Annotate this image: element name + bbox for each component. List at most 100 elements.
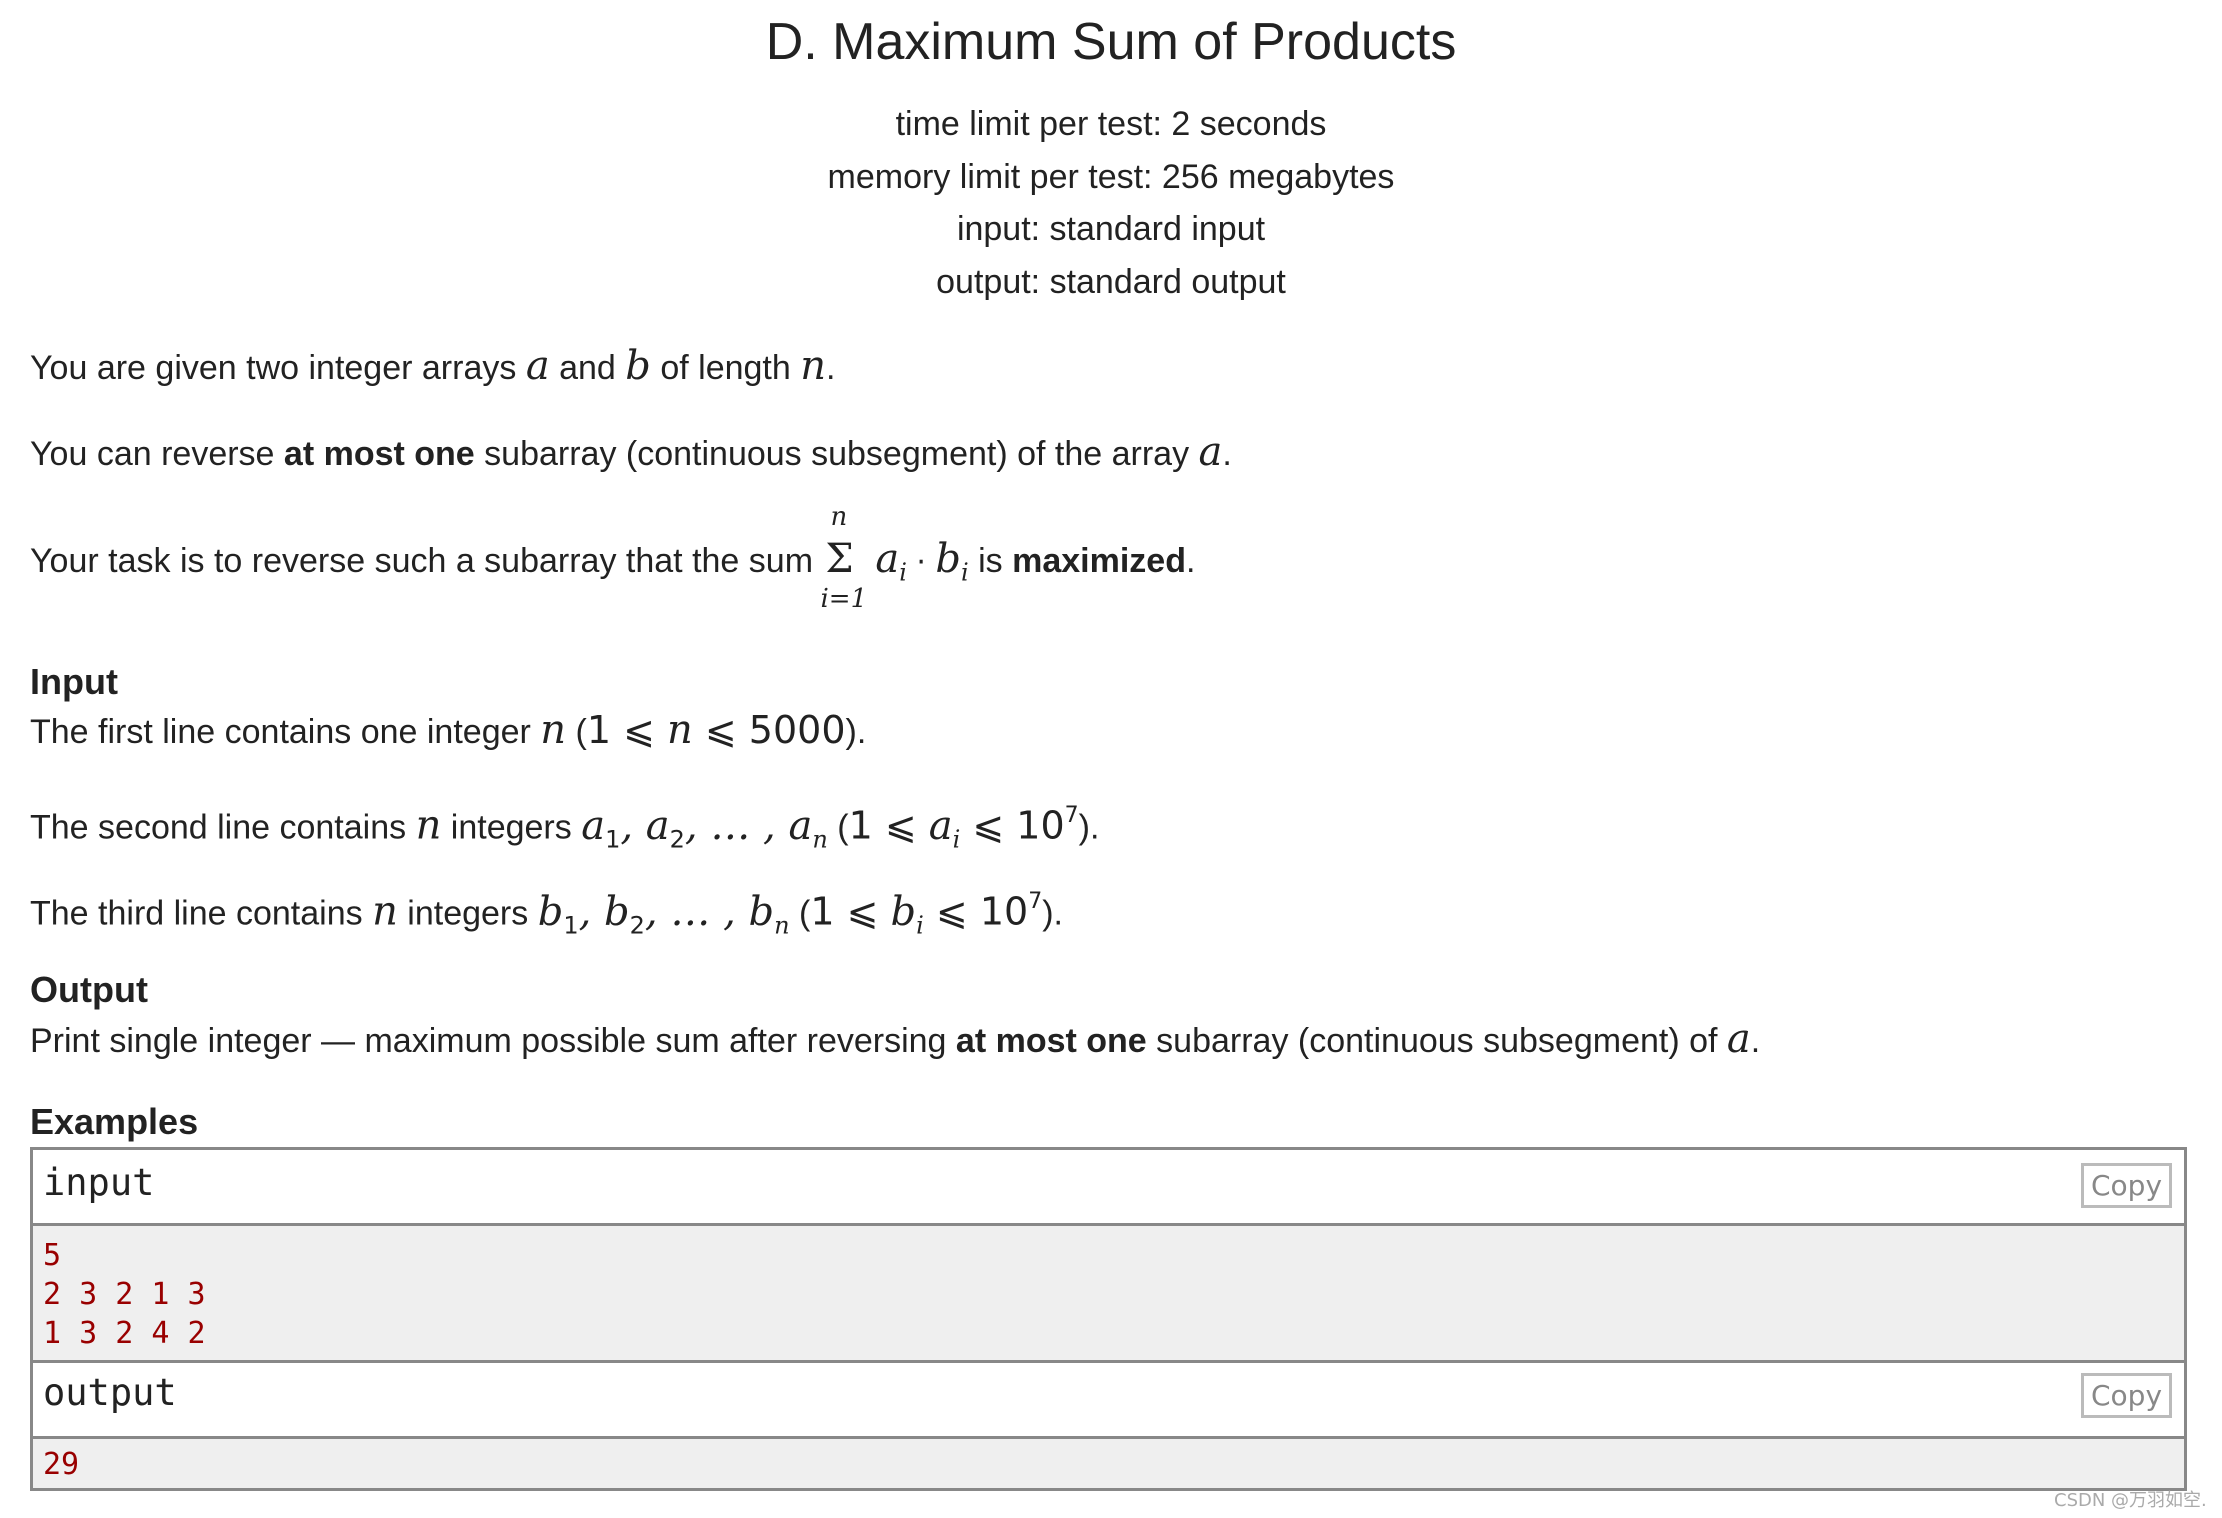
- subscript: n: [774, 910, 790, 939]
- sample-input-header: input Copy: [33, 1150, 2184, 1223]
- text: (: [827, 808, 849, 847]
- math-var-n: n: [800, 343, 827, 389]
- math-var-a: a: [525, 343, 550, 389]
- input-line-2: The second line contains n integers a1, …: [30, 796, 1099, 859]
- subscript: i: [960, 558, 969, 587]
- subscript: 2: [669, 824, 685, 853]
- subscript: 2: [629, 910, 645, 939]
- input-heading: Input: [30, 661, 118, 702]
- sample-test-box: input Copy 5 2 3 2 1 3 1 3 2 4 2 output …: [30, 1147, 2187, 1491]
- subscript: 1: [605, 824, 621, 853]
- sample-output-line-1: 29: [43, 1447, 80, 1482]
- sample-output-body: 29: [33, 1436, 2184, 1488]
- math-var-n: n: [667, 707, 693, 753]
- math-var-a: a: [1726, 1016, 1751, 1062]
- var: , a: [620, 802, 670, 849]
- exponent: 7: [1064, 803, 1079, 828]
- text: (: [566, 713, 587, 751]
- text: ).: [1078, 808, 1100, 847]
- text: and: [549, 349, 626, 387]
- sum-lower-limit: i=1: [820, 584, 868, 614]
- sample-input-line-2: 2 3 2 1 3: [43, 1277, 206, 1312]
- output-line: Print single integer — maximum possible …: [30, 1019, 1760, 1061]
- sample-input-line-3: 1 3 2 4 2: [43, 1316, 206, 1351]
- math-sequence-a: a1, a2, … , an: [581, 802, 828, 853]
- math-var-n: n: [540, 707, 567, 753]
- text: The third line contains: [30, 894, 373, 933]
- var: a: [581, 802, 606, 849]
- bold-text: at most one: [283, 435, 475, 473]
- math-sequence-b: b1, b2, … , bn: [537, 888, 790, 939]
- text: ).: [845, 713, 867, 751]
- text: Your task is to reverse such a subarray …: [30, 542, 823, 580]
- var: a: [875, 536, 900, 582]
- summation: Σn i=1: [820, 502, 867, 614]
- input-line-1: The first line contains one integer n (1…: [30, 710, 866, 752]
- text: (: [789, 894, 811, 933]
- text: .: [826, 349, 836, 387]
- text: integers: [397, 894, 538, 933]
- time-limit: time limit per test: 2 seconds: [895, 105, 1327, 143]
- subscript: 1: [563, 910, 579, 939]
- text: .: [1750, 1022, 1761, 1060]
- var: , b: [578, 888, 630, 935]
- text: .: [1185, 542, 1196, 580]
- math-var-b: b: [625, 343, 651, 389]
- memory-limit: memory limit per test: 256 megabytes: [827, 158, 1395, 196]
- input-spec: input: standard input: [956, 210, 1266, 248]
- problem-title: D. Maximum Sum of Products: [765, 13, 1457, 71]
- bold-text: maximized: [1012, 542, 1186, 580]
- sample-output-header: output Copy: [33, 1363, 2184, 1436]
- sum-upper-limit: n: [830, 502, 848, 532]
- text: The second line contains: [30, 808, 416, 847]
- text: The first line contains one integer: [30, 713, 541, 751]
- bold-text: at most one: [955, 1022, 1147, 1060]
- sample-input-line-1: 5: [43, 1238, 62, 1273]
- var: b: [537, 888, 564, 935]
- var: b: [890, 888, 917, 935]
- subscript: i: [916, 910, 924, 939]
- text: You can reverse: [30, 435, 284, 473]
- var: , … , b: [644, 888, 775, 935]
- sigma-symbol: Σ: [825, 536, 854, 582]
- text: .: [1222, 435, 1232, 473]
- text: Print single integer — maximum possible …: [30, 1022, 956, 1060]
- copy-output-button[interactable]: Copy: [2081, 1373, 2172, 1418]
- math-constraint: ⩽ 5000: [692, 708, 846, 752]
- sample-input-label: input: [43, 1161, 155, 1204]
- math-constraint: 1 ⩽: [810, 889, 891, 934]
- math-term-b: bi: [935, 536, 968, 586]
- math-term-a: ai: [875, 536, 907, 586]
- math-var-n: n: [415, 802, 442, 849]
- text: is: [968, 542, 1013, 580]
- math-var-bi: bi: [890, 888, 924, 939]
- sample-input-body: 5 2 3 2 1 3 1 3 2 4 2: [33, 1223, 2184, 1363]
- text: subarray (continuous subsegment) of: [1146, 1022, 1727, 1060]
- sample-output-label: output: [43, 1371, 177, 1414]
- examples-heading: Examples: [30, 1101, 199, 1142]
- var: , … , a: [684, 802, 813, 849]
- exponent: 7: [1028, 889, 1043, 914]
- output-spec: output: standard output: [936, 263, 1286, 301]
- statement-paragraph-3: Your task is to reverse such a subarray …: [30, 502, 1196, 614]
- subscript: n: [812, 824, 828, 853]
- output-heading: Output: [30, 969, 148, 1010]
- math-constraint: ⩽ 10: [960, 803, 1065, 848]
- text: You are given two integer arrays: [30, 349, 526, 387]
- input-line-3: The third line contains n integers b1, b…: [30, 882, 1063, 945]
- text: subarray (continuous subsegment) of the …: [474, 435, 1199, 473]
- watermark: CSDN @万羽如空.: [2054, 1490, 2207, 1511]
- copy-input-button[interactable]: Copy: [2081, 1163, 2172, 1208]
- math-var-ai: ai: [928, 802, 961, 853]
- var: b: [935, 536, 961, 582]
- var: a: [928, 802, 953, 849]
- math-constraint: 1 ⩽: [586, 708, 668, 752]
- math-var-a: a: [1198, 429, 1223, 475]
- text: integers: [441, 808, 582, 847]
- statement-paragraph-1: You are given two integer arrays a and b…: [30, 346, 835, 388]
- text: of length: [650, 349, 801, 387]
- math-constraint: 1 ⩽: [848, 803, 929, 848]
- statement-paragraph-2: You can reverse at most one subarray (co…: [30, 432, 1232, 474]
- math-var-n: n: [372, 888, 398, 935]
- text: ).: [1042, 894, 1063, 933]
